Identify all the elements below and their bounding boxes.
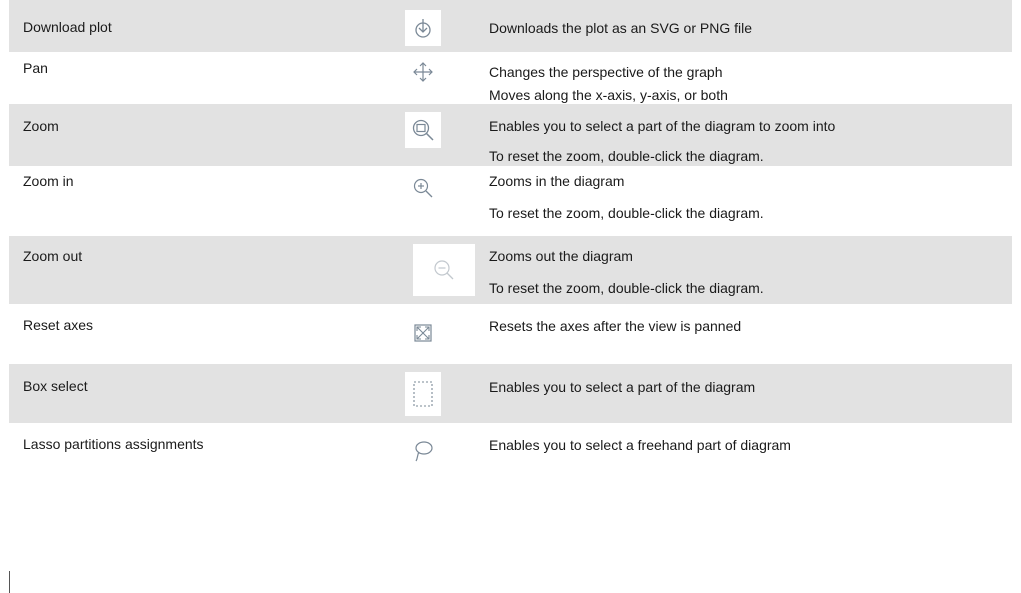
table-row-download-plot: Download plot Downloads the plot as an S…: [9, 0, 1012, 52]
description-line: Downloads the plot as an SVG or PNG file: [489, 20, 753, 36]
zoom-icon[interactable]: [405, 112, 441, 148]
row-name: Download plot: [23, 19, 112, 35]
row-name: Box select: [23, 378, 88, 394]
description-line: Enables you to select a part of the diag…: [489, 118, 836, 134]
row-name: Pan: [23, 60, 48, 76]
row-description: Enables you to select a part of the diag…: [489, 379, 1009, 395]
table-row-zoom-in: Zoom in Zooms in the diagram To reset th…: [9, 166, 1012, 236]
description-line: Enables you to select a part of the diag…: [489, 379, 756, 395]
box-select-icon[interactable]: [405, 372, 441, 416]
row-description: Zooms out the diagram To reset the zoom,…: [489, 248, 1009, 304]
row-name: Reset axes: [23, 317, 94, 333]
zoom-in-icon[interactable]: [405, 170, 441, 206]
description-line: To reset the zoom, double-click the diag…: [489, 205, 764, 221]
row-description: Enables you to select a part of the diag…: [489, 118, 1009, 171]
row-description: Resets the axes after the view is panned: [489, 318, 1009, 334]
reset-axes-icon[interactable]: [405, 315, 441, 351]
description-line: Zooms in the diagram: [489, 173, 625, 189]
lasso-icon[interactable]: [405, 433, 441, 469]
row-description: Changes the perspective of the graph Mov…: [489, 61, 1009, 107]
row-description: Downloads the plot as an SVG or PNG file: [489, 20, 1009, 36]
row-name: Zoom: [23, 118, 59, 134]
toolbar-reference-table: Download plot Downloads the plot as an S…: [9, 0, 1012, 465]
table-row-reset-axes: Reset axes Resets the axes after the vie…: [9, 304, 1012, 364]
table-row-zoom: Zoom Enables you to select a part of the…: [9, 104, 1012, 166]
table-left-border: [9, 571, 10, 593]
table-row-lasso: Lasso partitions assignments Enables you…: [9, 423, 1012, 465]
table-row-zoom-out: Zoom out Zooms out the diagram To reset …: [9, 236, 1012, 304]
pan-icon[interactable]: [405, 54, 441, 90]
description-line: To reset the zoom, double-click the diag…: [489, 280, 764, 296]
download-icon[interactable]: [405, 10, 441, 46]
table-row-pan: Pan Changes the perspective of the graph…: [9, 52, 1012, 104]
table-row-box-select: Box select Enables you to select a part …: [9, 364, 1012, 423]
row-description: Zooms in the diagram To reset the zoom, …: [489, 173, 1009, 229]
zoom-out-icon[interactable]: [413, 244, 475, 296]
description-line: Enables you to select a freehand part of…: [489, 437, 791, 453]
row-name: Lasso partitions assignments: [23, 436, 204, 452]
row-name: Zoom out: [23, 248, 83, 264]
description-line: Changes the perspective of the graph: [489, 64, 723, 80]
description-line: Resets the axes after the view is panned: [489, 318, 742, 334]
row-description: Enables you to select a freehand part of…: [489, 437, 1009, 453]
description-line: Zooms out the diagram: [489, 248, 633, 264]
row-name: Zoom in: [23, 173, 74, 189]
